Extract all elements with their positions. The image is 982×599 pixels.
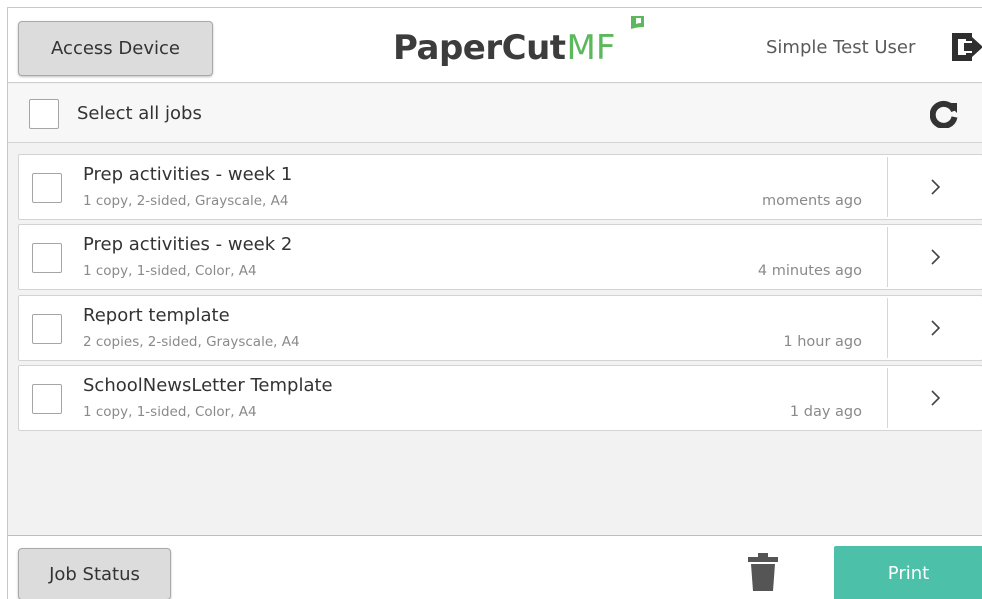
- job-title: Prep activities - week 2: [83, 234, 293, 255]
- refresh-icon[interactable]: [930, 100, 958, 128]
- job-details-button[interactable]: [888, 155, 982, 219]
- job-status-button[interactable]: Job Status: [18, 548, 171, 599]
- chevron-right-icon: [931, 179, 941, 195]
- job-row[interactable]: Prep activities - week 2 1 copy, 1-sided…: [18, 224, 982, 290]
- screen: Access Device PaperCut MF Simple Test Use…: [7, 7, 982, 599]
- job-checkbox[interactable]: [32, 384, 62, 414]
- print-button[interactable]: Print: [834, 546, 982, 599]
- chevron-right-icon: [931, 320, 941, 336]
- job-time: moments ago: [761, 193, 862, 209]
- papercut-logo: PaperCut MF: [393, 16, 644, 78]
- job-time: 4 minutes ago: [757, 263, 862, 279]
- logout-icon[interactable]: [952, 33, 982, 61]
- footer: Job Status Print: [8, 535, 982, 599]
- logo-suffix: MF: [566, 28, 616, 68]
- job-details: 2 copies, 2-sided, Grayscale, A4: [83, 334, 300, 350]
- chevron-right-icon: [931, 249, 941, 265]
- select-all-label[interactable]: Select all jobs: [77, 103, 202, 124]
- job-time: 1 hour ago: [783, 334, 862, 350]
- job-title: SchoolNewsLetter Template: [83, 375, 333, 396]
- job-checkbox[interactable]: [32, 243, 62, 273]
- trash-icon[interactable]: [748, 553, 778, 591]
- job-details: 1 copy, 1-sided, Color, A4: [83, 404, 257, 420]
- job-row[interactable]: Prep activities - week 1 1 copy, 2-sided…: [18, 154, 982, 220]
- job-details-button[interactable]: [888, 225, 982, 289]
- select-all-checkbox[interactable]: [29, 99, 59, 129]
- select-all-bar: Select all jobs: [8, 84, 982, 143]
- job-details-button[interactable]: [888, 296, 982, 360]
- chevron-right-icon: [931, 390, 941, 406]
- job-row[interactable]: Report template 2 copies, 2-sided, Grays…: [18, 295, 982, 361]
- job-title: Report template: [83, 305, 230, 326]
- leaf-icon: [631, 16, 644, 29]
- job-details: 1 copy, 2-sided, Grayscale, A4: [83, 193, 289, 209]
- header: Access Device PaperCut MF Simple Test Use…: [8, 8, 982, 83]
- user-name: Simple Test User: [766, 37, 916, 58]
- job-checkbox[interactable]: [32, 173, 62, 203]
- job-row[interactable]: SchoolNewsLetter Template 1 copy, 1-side…: [18, 365, 982, 431]
- job-title: Prep activities - week 1: [83, 164, 293, 185]
- job-details: 1 copy, 1-sided, Color, A4: [83, 263, 257, 279]
- job-checkbox[interactable]: [32, 314, 62, 344]
- access-device-button[interactable]: Access Device: [18, 21, 213, 76]
- job-time: 1 day ago: [789, 404, 862, 420]
- logo-text: PaperCut: [393, 28, 566, 68]
- job-details-button[interactable]: [888, 366, 982, 430]
